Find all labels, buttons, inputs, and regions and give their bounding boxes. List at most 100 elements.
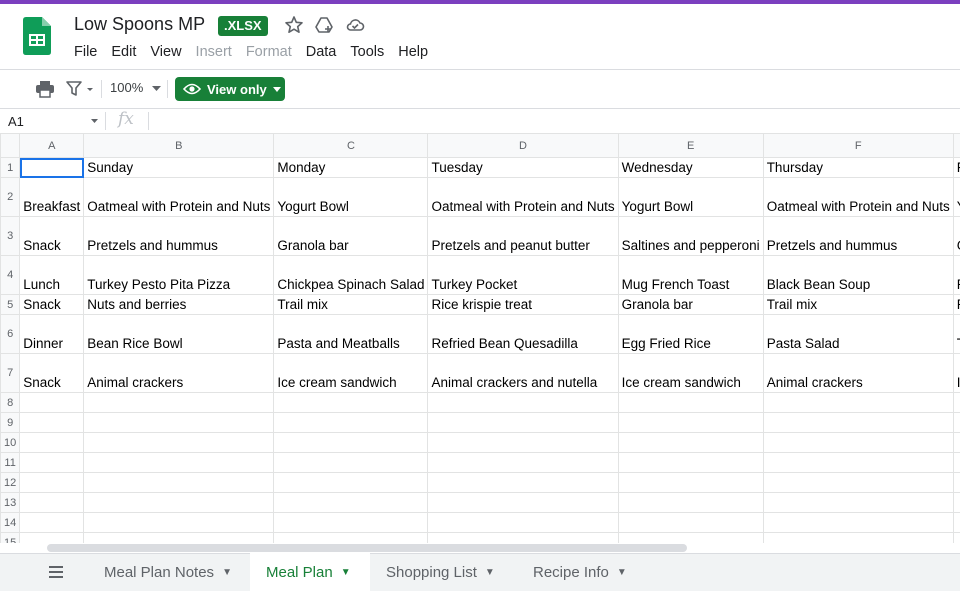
grid-cell[interactable] (19, 512, 85, 533)
grid-cell[interactable] (273, 432, 429, 453)
grid-cell[interactable] (952, 512, 960, 533)
grid-cell[interactable] (617, 432, 764, 453)
grid-cell[interactable] (617, 452, 764, 473)
row-header[interactable]: 3 (0, 216, 21, 256)
grid-cell[interactable] (427, 532, 619, 543)
grid-cell[interactable]: Snack (19, 294, 85, 315)
grid-cell[interactable] (762, 412, 954, 433)
grid-cell[interactable] (952, 432, 960, 453)
grid-cell[interactable] (427, 412, 619, 433)
zoom-select[interactable]: 100% (110, 80, 143, 95)
grid-cell[interactable]: Friday (952, 157, 960, 178)
column-header[interactable]: F (762, 133, 954, 158)
column-header[interactable]: A (19, 133, 85, 158)
grid-cell[interactable]: Pretzels and peanut butter (427, 216, 619, 256)
grid-cell[interactable] (762, 392, 954, 413)
grid-cell[interactable]: Turkey Pocket (427, 255, 619, 295)
grid-cell[interactable] (83, 532, 275, 543)
column-header[interactable]: G (952, 133, 960, 158)
grid-cell[interactable] (952, 472, 960, 493)
grid-cell[interactable]: Bean Rice Bowl (83, 314, 275, 354)
grid-cell[interactable] (83, 432, 275, 453)
grid-cell[interactable]: Ice cream sandwich (617, 353, 764, 393)
menu-view[interactable]: View (150, 44, 181, 60)
spreadsheet-grid[interactable]: ABCDEFGHI 1SundayMondayTuesdayWednesdayT… (0, 133, 960, 543)
grid-cell[interactable]: Wednesday (617, 157, 764, 178)
grid-cell[interactable] (19, 452, 85, 473)
sheet-tab-meal-plan[interactable]: Meal Plan ▼ (250, 553, 370, 591)
grid-cell[interactable] (83, 392, 275, 413)
grid-cell[interactable]: Thursday (762, 157, 954, 178)
grid-cell[interactable] (762, 532, 954, 543)
grid-cell[interactable]: Breakfast (19, 177, 85, 217)
grid-cell[interactable] (273, 492, 429, 513)
grid-cell[interactable] (83, 512, 275, 533)
grid-cell[interactable]: Pasta and Meatballs (273, 314, 429, 354)
grid-cell[interactable]: Monday (273, 157, 429, 178)
grid-cell[interactable] (19, 532, 85, 543)
grid-cell[interactable]: Ice cream sandwich (952, 353, 960, 393)
row-header[interactable]: 7 (0, 353, 21, 393)
grid-cell[interactable] (762, 512, 954, 533)
grid-cell[interactable]: Saltines and pepperoni (617, 216, 764, 256)
grid-cell[interactable]: Rice krispie treat (427, 294, 619, 315)
column-header[interactable]: D (427, 133, 619, 158)
menu-edit[interactable]: Edit (111, 44, 136, 60)
grid-cell[interactable]: Granola bar (617, 294, 764, 315)
grid-cell[interactable]: Pretzels and hummus (83, 216, 275, 256)
grid-cell[interactable] (617, 512, 764, 533)
namebox-dropdown-icon[interactable] (91, 119, 98, 124)
grid-cell[interactable] (952, 532, 960, 543)
grid-cell[interactable] (83, 452, 275, 473)
zoom-dropdown-icon[interactable] (152, 86, 161, 92)
grid-cell[interactable] (952, 412, 960, 433)
grid-cell[interactable] (762, 492, 954, 513)
grid-cell[interactable] (617, 392, 764, 413)
view-only-button[interactable]: View only (175, 77, 285, 101)
grid-cell[interactable] (617, 492, 764, 513)
row-header[interactable]: 8 (0, 392, 21, 413)
drive-add-icon[interactable] (314, 15, 334, 35)
grid-cell[interactable]: Granola bar (273, 216, 429, 256)
row-header[interactable]: 12 (0, 472, 21, 493)
grid-cell[interactable]: Refried Bean Quesadilla (427, 314, 619, 354)
formula-input[interactable] (152, 110, 952, 132)
grid-cell[interactable]: Black Bean Soup (762, 255, 954, 295)
grid-cell[interactable]: Animal crackers and nutella (427, 353, 619, 393)
horizontal-scrollbar[interactable] (47, 544, 687, 552)
grid-cell[interactable] (427, 472, 619, 493)
grid-cell[interactable]: Lunch (19, 255, 85, 295)
star-icon[interactable] (284, 15, 304, 35)
grid-cell[interactable] (273, 392, 429, 413)
grid-cell[interactable] (617, 532, 764, 543)
grid-cell[interactable]: Oatmeal with Protein and Nuts (427, 177, 619, 217)
grid-cell[interactable] (952, 492, 960, 513)
column-header[interactable]: B (83, 133, 275, 158)
row-header[interactable]: 4 (0, 255, 21, 295)
document-title[interactable]: Low Spoons MP (74, 14, 205, 35)
grid-cell[interactable]: Pasta Salad (762, 314, 954, 354)
grid-cell[interactable] (19, 472, 85, 493)
sheet-tab-meal-plan-notes[interactable]: Meal Plan Notes ▼ (88, 553, 248, 591)
grid-cell[interactable] (273, 452, 429, 473)
row-header[interactable]: 5 (0, 294, 21, 315)
row-header[interactable]: 1 (0, 157, 21, 178)
grid-cell[interactable] (427, 392, 619, 413)
grid-cell[interactable]: Animal crackers (762, 353, 954, 393)
grid-cell[interactable] (273, 532, 429, 543)
grid-cell[interactable]: Yogurt Bowl (273, 177, 429, 217)
sheet-tab-recipe-info[interactable]: Recipe Info ▼ (517, 553, 643, 591)
grid-cell[interactable] (19, 432, 85, 453)
grid-cell[interactable] (83, 412, 275, 433)
sheet-tab-shopping-list[interactable]: Shopping List ▼ (370, 553, 511, 591)
grid-cell[interactable] (762, 452, 954, 473)
row-header[interactable]: 10 (0, 432, 21, 453)
grid-cell[interactable]: Sunday (83, 157, 275, 178)
grid-cell[interactable]: Turkey Pesto Pita Pizza (83, 255, 275, 295)
row-header[interactable]: 15 (0, 532, 21, 543)
grid-cell[interactable] (427, 452, 619, 473)
all-sheets-menu-icon[interactable] (48, 566, 64, 578)
grid-cell[interactable]: Snack (19, 216, 85, 256)
grid-cell[interactable] (19, 392, 85, 413)
grid-cell[interactable]: Snack (19, 353, 85, 393)
